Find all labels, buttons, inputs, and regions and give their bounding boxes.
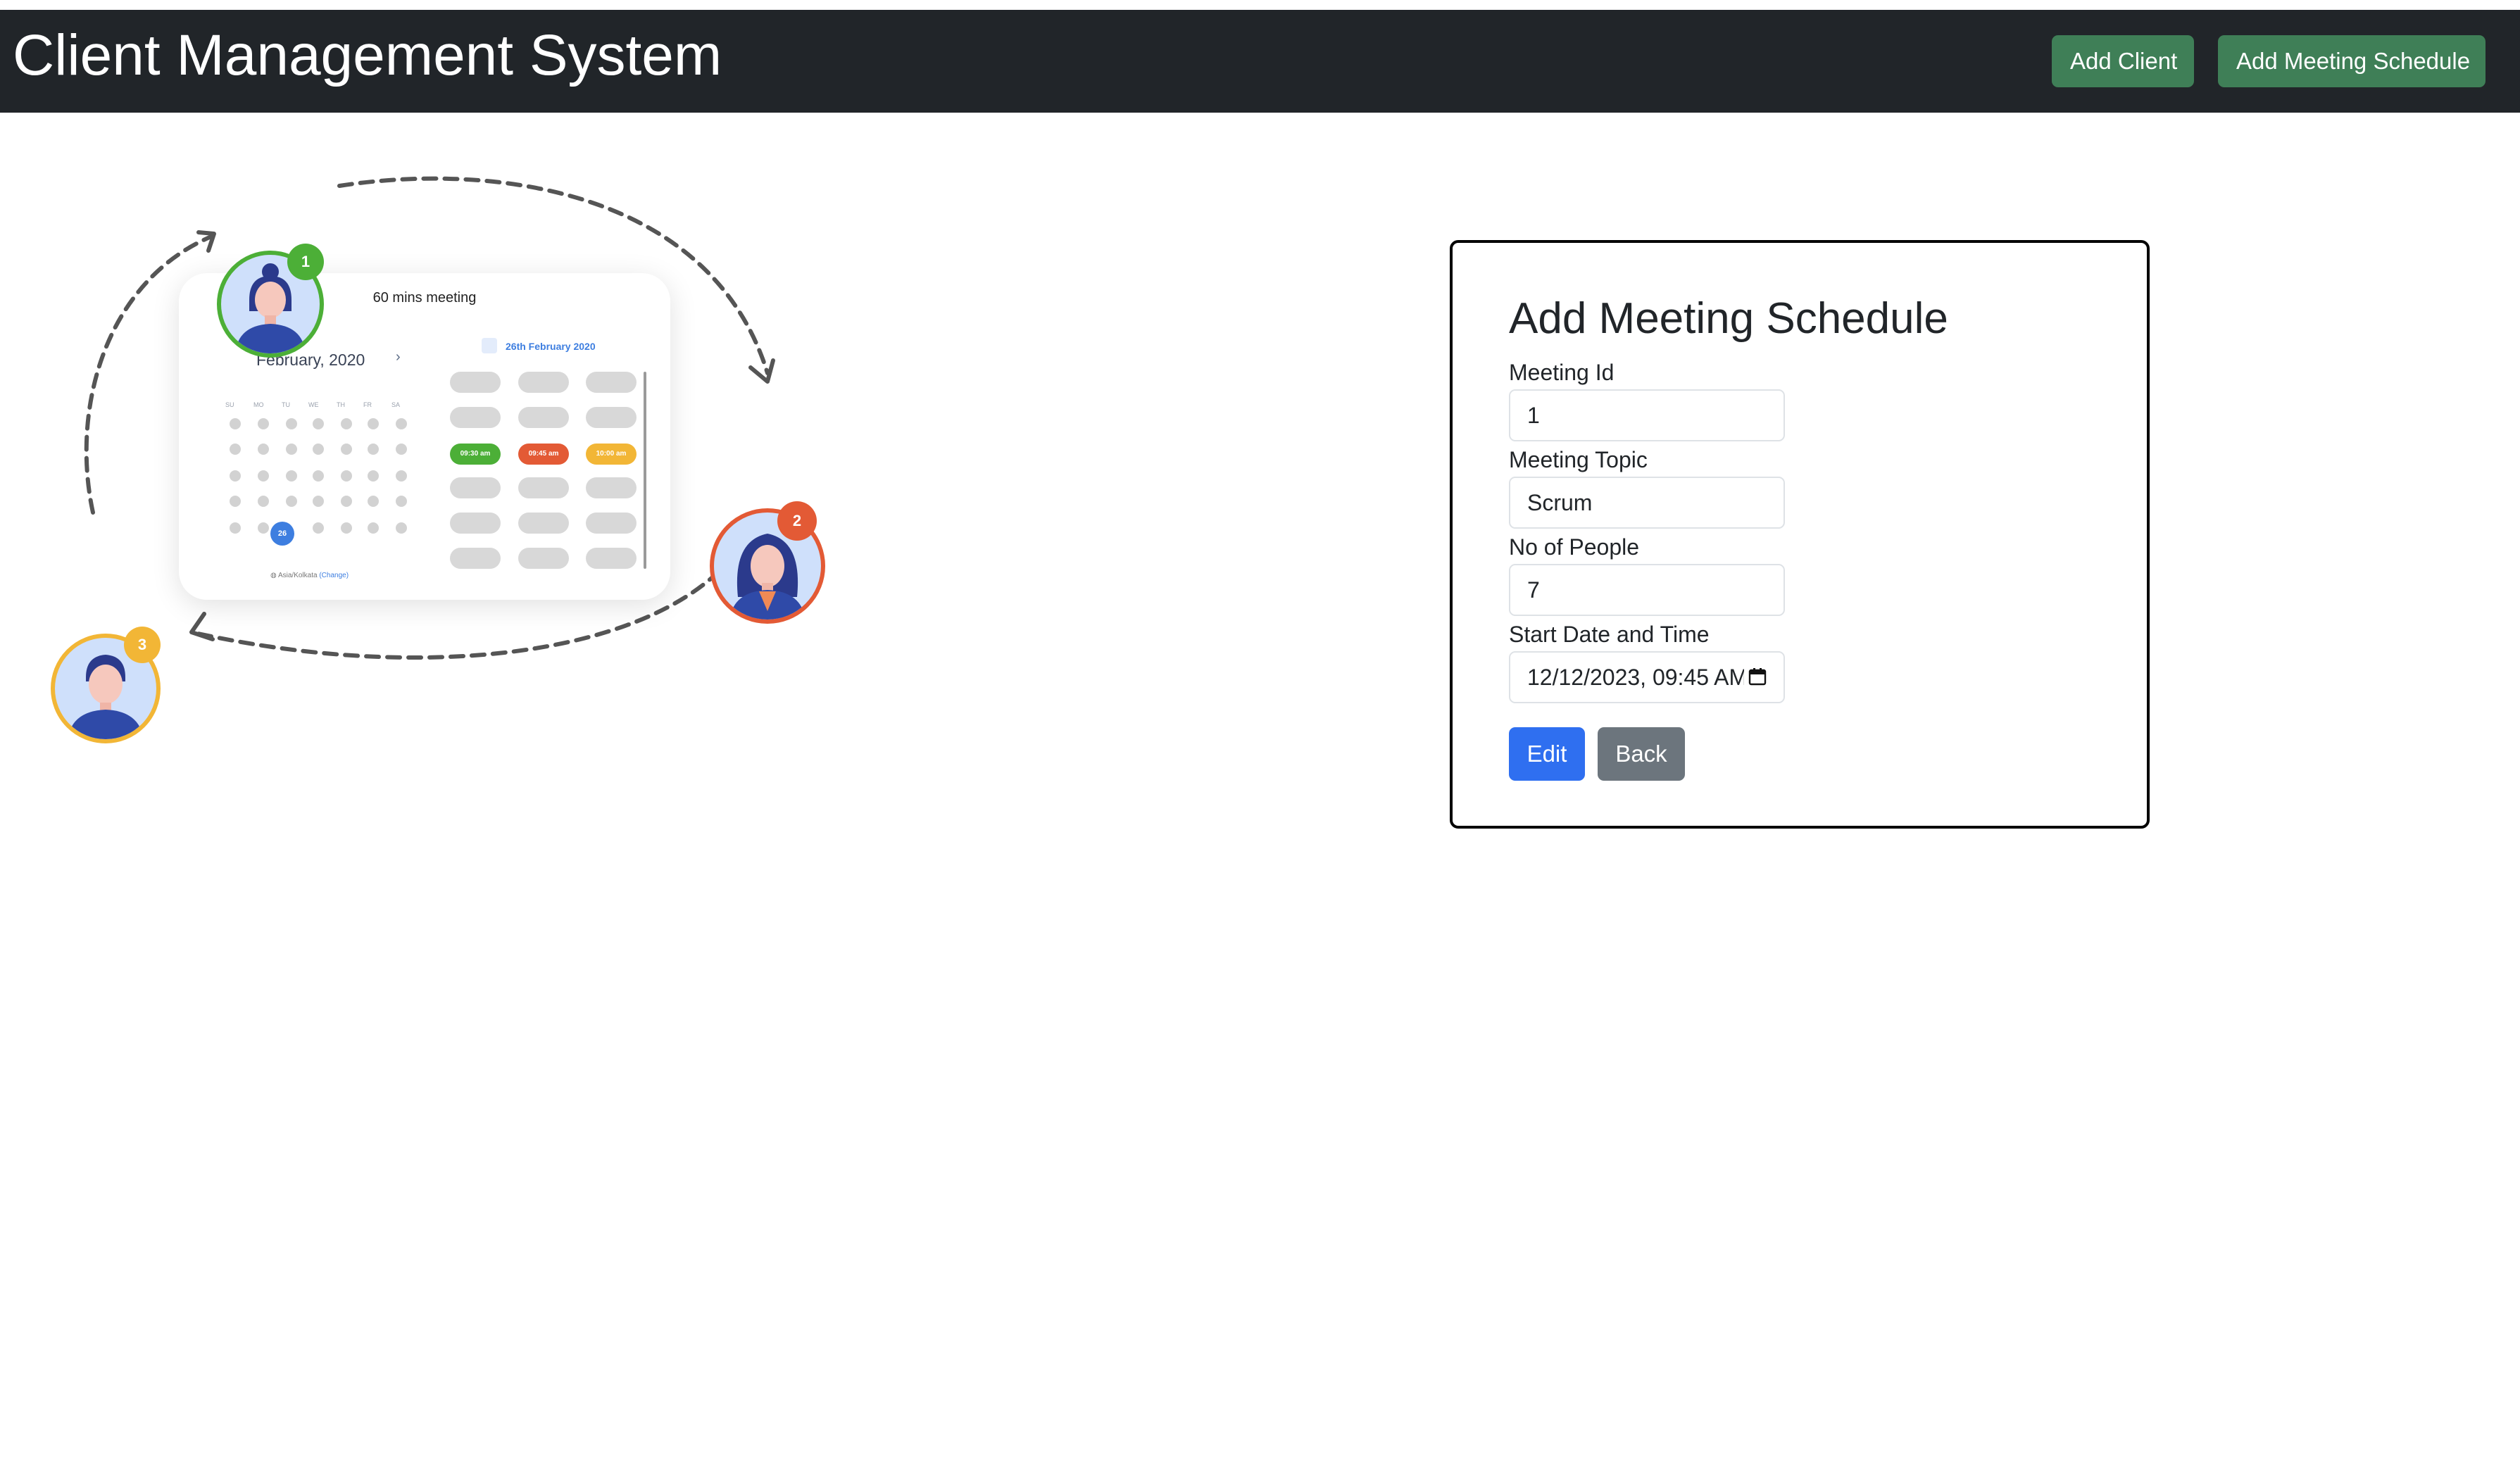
- time-slot-placeholder: [586, 407, 637, 428]
- time-slot-placeholder: [586, 372, 637, 393]
- selected-day: 26: [270, 522, 294, 546]
- calendar-day-dot: [368, 470, 379, 482]
- calendar-day-dot: [368, 444, 379, 455]
- time-slot-placeholder: [518, 477, 569, 498]
- day-header: SA: [391, 401, 401, 408]
- time-slot-placeholder: [586, 477, 637, 498]
- meeting-topic-input[interactable]: [1509, 477, 1785, 529]
- calendar-day-dot: [313, 418, 324, 429]
- calendar-day-dot: [396, 444, 407, 455]
- calendar-day-dot: [313, 496, 324, 507]
- add-meeting-schedule-form: Add Meeting Schedule Meeting Id Meeting …: [1450, 240, 2150, 829]
- add-client-button[interactable]: Add Client: [2052, 35, 2194, 87]
- calendar-day-dot: [230, 470, 241, 482]
- timezone-name: Asia/Kolkata: [277, 572, 318, 579]
- day-header: TU: [282, 401, 290, 408]
- top-strip: [0, 0, 2520, 10]
- meeting-illustration: 60 mins meeting February, 2020 › 26th Fe…: [0, 113, 859, 743]
- time-slot-placeholder: [518, 513, 569, 534]
- add-meeting-schedule-button[interactable]: Add Meeting Schedule: [2218, 35, 2485, 87]
- start-date-time-field[interactable]: [1509, 651, 1785, 703]
- time-slot: 09:45 am: [518, 444, 569, 465]
- meeting-id-label: Meeting Id: [1509, 360, 1615, 385]
- calendar-day-dot: [258, 444, 269, 455]
- slot-scrollbar: [644, 372, 646, 569]
- calendar-day-dot: [313, 522, 324, 534]
- badge: 2: [777, 501, 817, 541]
- time-slot-placeholder: [518, 372, 569, 393]
- calendar-day-dot: [341, 470, 352, 482]
- no-of-people-input[interactable]: [1509, 564, 1785, 616]
- time-slot-placeholder: [450, 477, 501, 498]
- calendar-day-dot: [341, 496, 352, 507]
- calendar-day-dot: [396, 522, 407, 534]
- calendar-day-dot: [396, 496, 407, 507]
- calendar-day-dot: [368, 418, 379, 429]
- calendar-day-dot: [396, 418, 407, 429]
- calendar-day-dot: [313, 444, 324, 455]
- day-headers: SU MO TU WE TH FR SA: [225, 401, 437, 411]
- day-header: FR: [363, 401, 372, 408]
- back-button[interactable]: Back: [1598, 727, 1685, 781]
- time-slot-placeholder: [518, 407, 569, 428]
- time-slot: 09:30 am: [450, 444, 501, 465]
- brand-title: Client Management System: [13, 23, 722, 87]
- time-slot: 10:00 am: [586, 444, 637, 465]
- calendar-icon: [482, 338, 497, 353]
- calendar-day-dot: [341, 444, 352, 455]
- day-header: TH: [337, 401, 345, 408]
- no-of-people-label: No of People: [1509, 534, 1640, 560]
- time-slot-placeholder: [586, 513, 637, 534]
- day-header: WE: [308, 401, 319, 408]
- time-slot-placeholder: [450, 513, 501, 534]
- calendar-day-dot: [286, 418, 297, 429]
- calendar-day-dot: [258, 522, 269, 534]
- time-slot-placeholder: [450, 548, 501, 569]
- time-slot-placeholder: [518, 548, 569, 569]
- badge: 3: [124, 627, 161, 663]
- calendar-day-dot: [258, 496, 269, 507]
- calendar-day-dot: [230, 418, 241, 429]
- form-title: Add Meeting Schedule: [1509, 294, 1948, 343]
- badge: 1: [287, 244, 324, 280]
- calendar-day-dot: [258, 418, 269, 429]
- start-date-time-label: Start Date and Time: [1509, 622, 1710, 647]
- calendar-day-dot: [341, 522, 352, 534]
- calendar-day-dot: [313, 470, 324, 482]
- calendar-selected-date: 26th February 2020: [506, 341, 596, 352]
- calendar-icon[interactable]: [1748, 667, 1767, 686]
- calendar-day-dot: [286, 470, 297, 482]
- calendar-day-dot: [230, 496, 241, 507]
- meeting-id-input[interactable]: [1509, 389, 1785, 441]
- calendar-day-dot: [258, 470, 269, 482]
- globe-icon: ◍: [270, 572, 277, 579]
- calendar-day-dot: [286, 444, 297, 455]
- chevron-right-icon: ›: [396, 349, 401, 365]
- day-header: SU: [225, 401, 234, 408]
- day-header: MO: [253, 401, 264, 408]
- timezone-change: (Change): [319, 572, 349, 579]
- navbar: Client Management System Add Client Add …: [0, 10, 2520, 113]
- start-date-time-input[interactable]: [1509, 651, 1785, 703]
- edit-button[interactable]: Edit: [1509, 727, 1585, 781]
- time-slot-placeholder: [586, 548, 637, 569]
- calendar-day-dot: [230, 522, 241, 534]
- meeting-topic-label: Meeting Topic: [1509, 447, 1648, 472]
- calendar-day-dot: [286, 496, 297, 507]
- calendar-day-dot: [230, 444, 241, 455]
- calendar-day-dot: [368, 496, 379, 507]
- time-slot-placeholder: [450, 372, 501, 393]
- calendar-day-dot: [341, 418, 352, 429]
- calendar-day-dot: [396, 470, 407, 482]
- time-slot-placeholder: [450, 407, 501, 428]
- timezone: ◍ Asia/Kolkata (Change): [270, 572, 349, 579]
- calendar-day-dot: [368, 522, 379, 534]
